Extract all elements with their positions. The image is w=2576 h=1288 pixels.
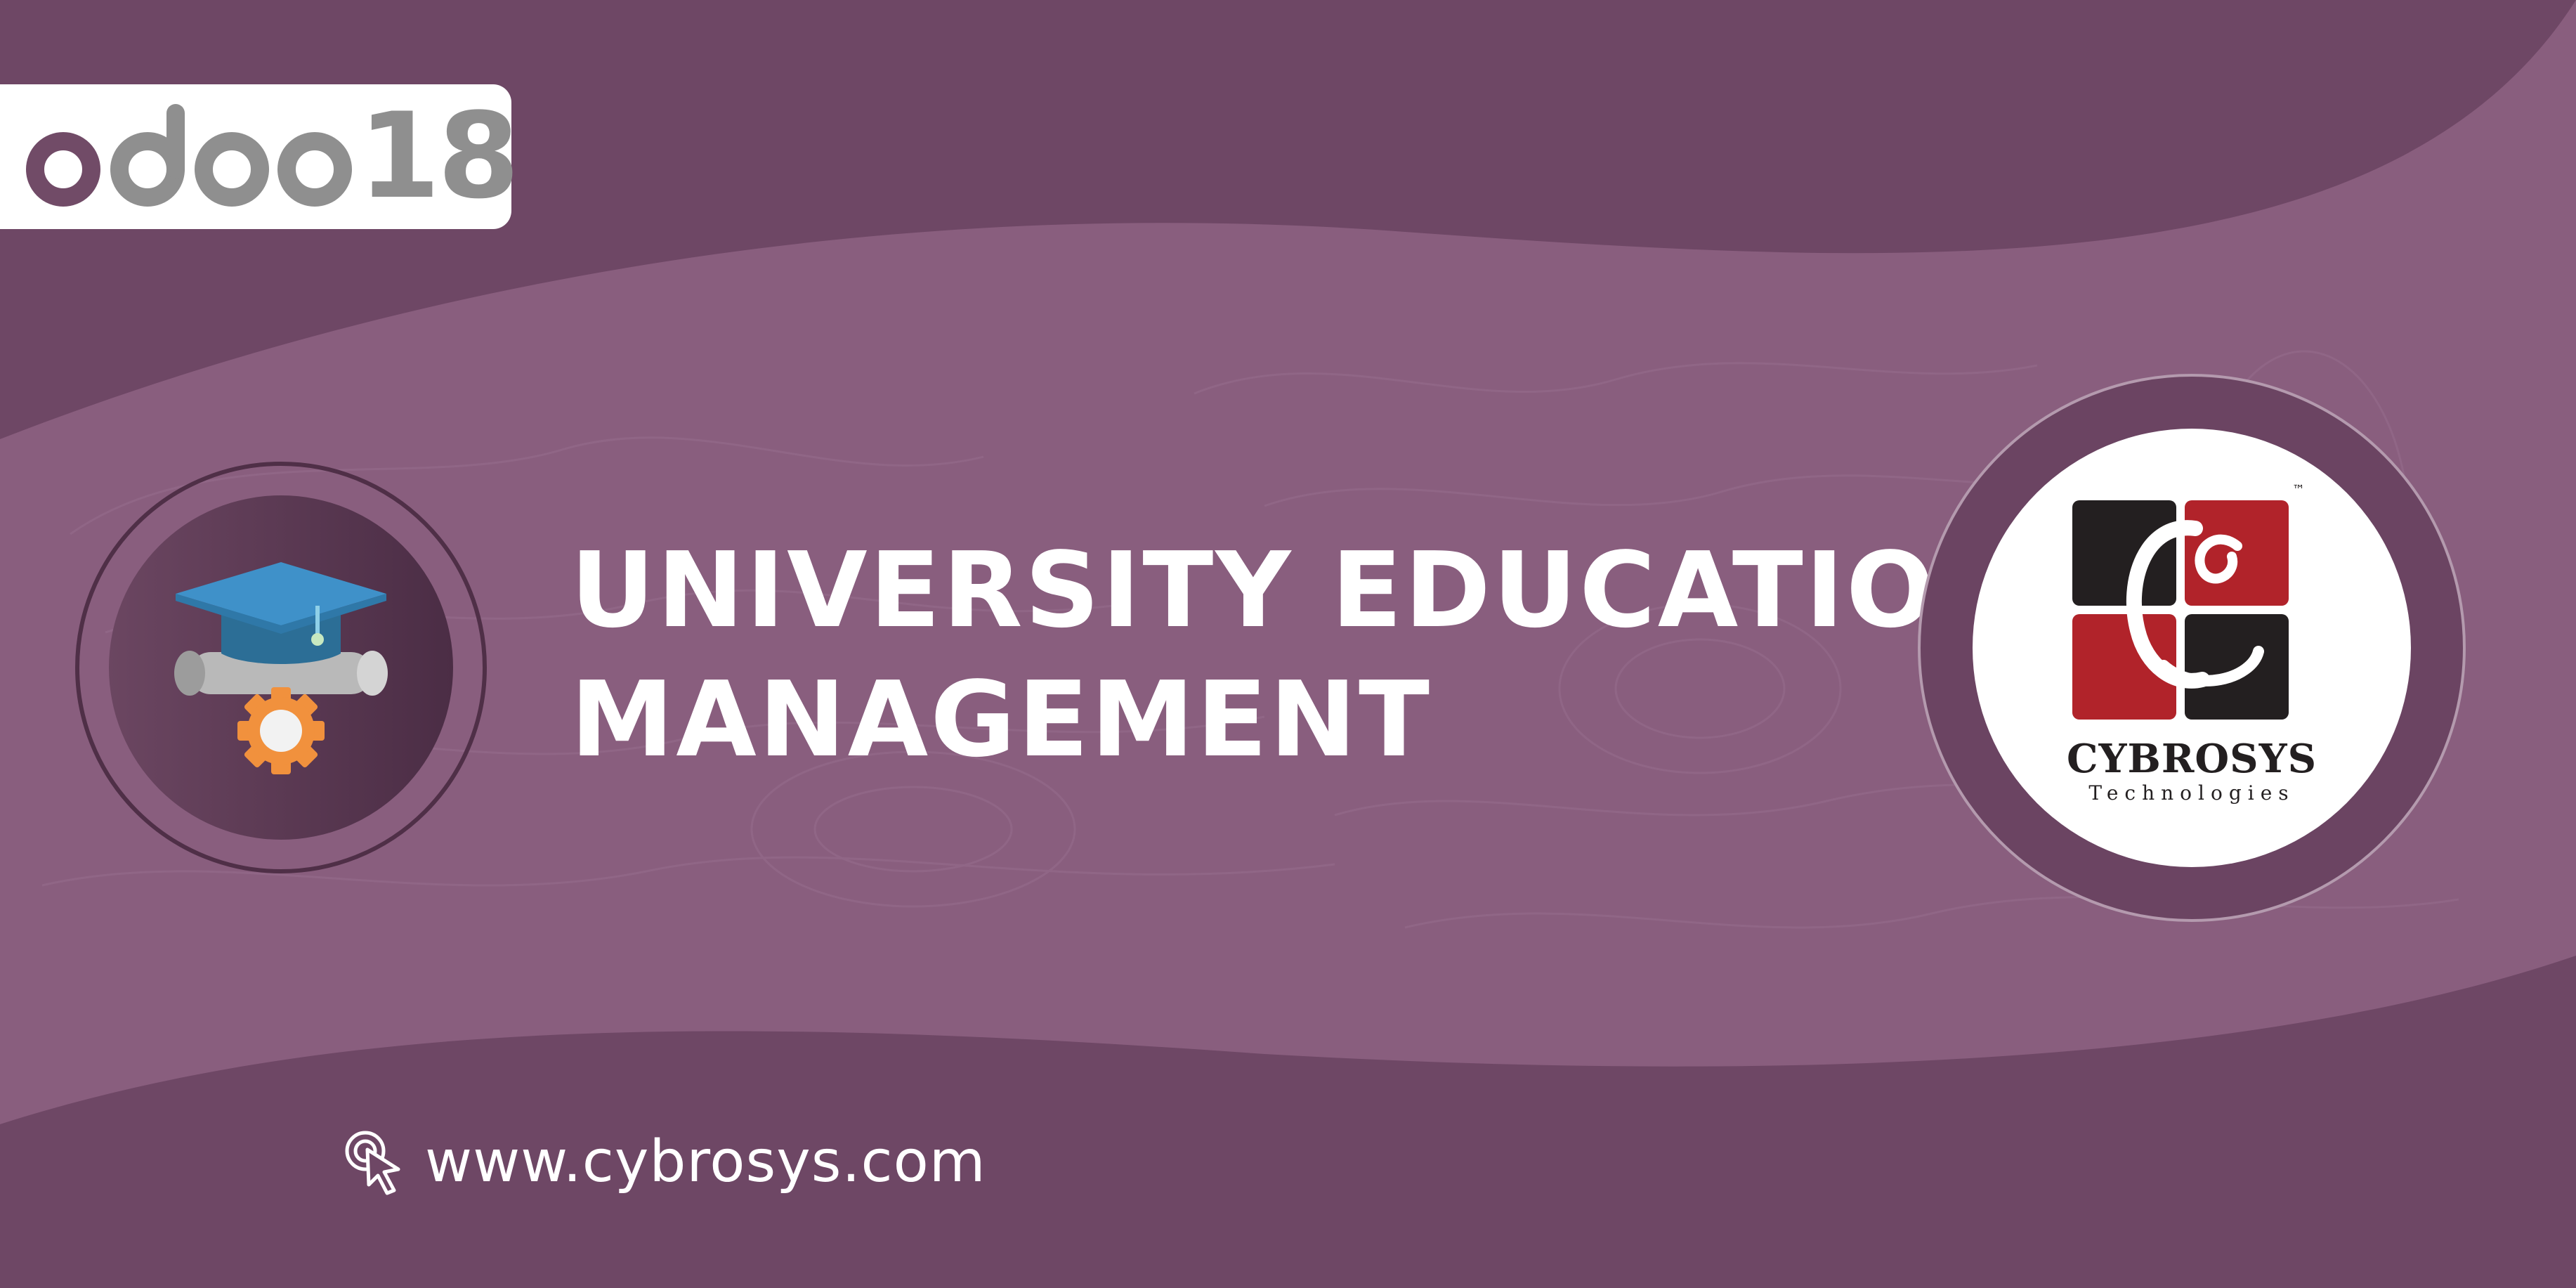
company-tagline: Technologies — [2088, 781, 2295, 805]
odoo-logo — [26, 104, 352, 207]
cybrosys-logo — [1918, 374, 2466, 922]
graduation-cap-gear-icon — [75, 462, 487, 873]
company-trademark: ™ — [2292, 483, 2305, 497]
website-url[interactable]: www.cybrosys.com — [425, 1128, 986, 1195]
module-icon-circle — [70, 457, 492, 878]
module-banner: 18 UNIVERSITY EDUCATION MANAGEMENT ™ CYB… — [0, 0, 2576, 1288]
odoo-version-badge: 18 — [0, 84, 520, 229]
company-logo-circle: ™ CYBROSYS Technologies — [1914, 370, 2469, 925]
website-link[interactable]: www.cybrosys.com — [341, 1123, 986, 1200]
module-title-line-2: MANAGEMENT — [570, 659, 1432, 780]
module-title: UNIVERSITY EDUCATION MANAGEMENT — [570, 526, 2026, 784]
company-name: CYBROSYS — [2066, 736, 2317, 782]
cursor-click-icon — [345, 1131, 400, 1195]
module-title-line-1: UNIVERSITY EDUCATION — [570, 530, 2026, 651]
odoo-version: 18 — [358, 87, 520, 225]
